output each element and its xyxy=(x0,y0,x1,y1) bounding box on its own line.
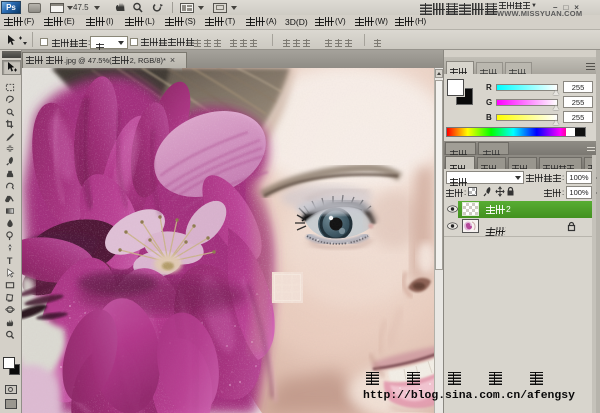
svg-text:T: T xyxy=(7,256,13,266)
